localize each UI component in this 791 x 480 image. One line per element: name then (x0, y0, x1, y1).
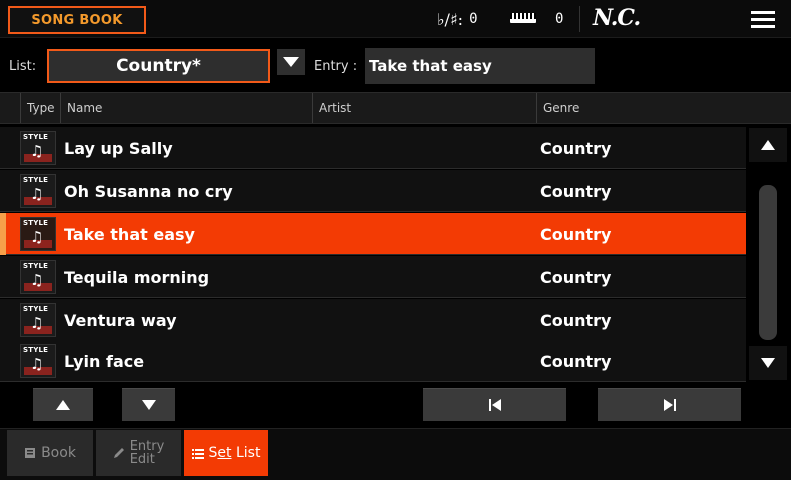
list-icon (191, 448, 204, 459)
entry-field[interactable]: Take that easy (365, 48, 595, 84)
column-header-name[interactable]: Name (60, 93, 312, 123)
row-name: Take that easy (64, 224, 195, 244)
skip-back-icon (488, 399, 501, 411)
arrow-down-icon (761, 358, 775, 368)
style-icon: STYLE ♫ (20, 131, 56, 165)
selection-marker (0, 213, 6, 255)
table-row[interactable]: STYLE ♫ Ventura way Country (0, 299, 746, 341)
column-header-artist[interactable]: Artist (312, 93, 536, 123)
book-icon (25, 448, 36, 458)
row-genre: Country (540, 267, 612, 287)
table-row[interactable]: STYLE ♫ Lay up Sally Country (0, 127, 746, 169)
row-genre: Country (540, 351, 612, 371)
column-header-type[interactable]: Type (20, 93, 60, 123)
list-label: List: (9, 59, 37, 74)
style-icon: STYLE ♫ (20, 217, 56, 251)
tab-set-list-label: Set List (208, 445, 261, 461)
page-title: SONG BOOK (8, 6, 146, 34)
table-row-selected[interactable]: STYLE ♫ Take that easy Country (0, 213, 746, 255)
scrollbar-thumb[interactable] (759, 185, 777, 340)
list-select[interactable]: Country* (47, 49, 270, 83)
row-genre: Country (540, 181, 612, 201)
style-icon: STYLE ♫ (20, 260, 56, 294)
entry-label: Entry : (314, 59, 358, 74)
arrow-up-icon (56, 400, 70, 410)
keyboard-icon (510, 13, 536, 23)
move-down-button[interactable] (122, 388, 175, 421)
tab-set-list[interactable]: Set List (184, 430, 268, 476)
tab-book-label: Book (41, 445, 76, 461)
scroll-up-button[interactable] (749, 128, 787, 162)
chevron-down-icon (283, 57, 299, 67)
list-dropdown-button[interactable] (277, 49, 305, 75)
row-name: Ventura way (64, 310, 177, 330)
row-genre: Country (540, 224, 612, 244)
skip-forward-icon (663, 399, 676, 411)
row-genre: Country (540, 310, 612, 330)
row-genre: Country (540, 138, 612, 158)
arrow-up-icon (761, 140, 775, 150)
style-icon: STYLE ♫ (20, 303, 56, 337)
table-row[interactable]: STYLE ♫ Lyin face Country (0, 340, 746, 382)
table-row[interactable]: STYLE ♫ Oh Susanna no cry Country (0, 170, 746, 212)
transpose-value: 0 (469, 11, 478, 27)
table-row[interactable]: STYLE ♫ Tequila morning Country (0, 256, 746, 298)
row-name: Lyin face (64, 351, 145, 371)
table-header: Type Name Artist Genre (0, 92, 791, 124)
scroll-down-button[interactable] (749, 346, 787, 380)
transpose-symbol: ♭/♯: (437, 9, 464, 29)
row-name: Oh Susanna no cry (64, 181, 233, 201)
tab-entry-edit-label-2: Edit (129, 452, 155, 467)
chord-display: N.C. (593, 5, 641, 31)
header-divider (579, 6, 580, 32)
column-header-genre[interactable]: Genre (536, 93, 791, 123)
pencil-icon (113, 448, 124, 458)
go-to-last-button[interactable] (598, 388, 741, 421)
row-name: Lay up Sally (64, 138, 173, 158)
tab-entry-edit[interactable]: Entry Edit (96, 430, 181, 476)
move-up-button[interactable] (33, 388, 93, 421)
row-name: Tequila morning (64, 267, 210, 287)
style-icon: STYLE ♫ (20, 344, 56, 378)
menu-icon[interactable] (751, 10, 775, 30)
transpose-display[interactable]: ♭/♯: 0 (437, 8, 478, 30)
octave-value[interactable]: 0 (555, 8, 563, 30)
arrow-down-icon (141, 400, 156, 410)
style-icon: STYLE ♫ (20, 174, 56, 208)
go-to-first-button[interactable] (423, 388, 566, 421)
tab-book[interactable]: Book (7, 430, 93, 476)
